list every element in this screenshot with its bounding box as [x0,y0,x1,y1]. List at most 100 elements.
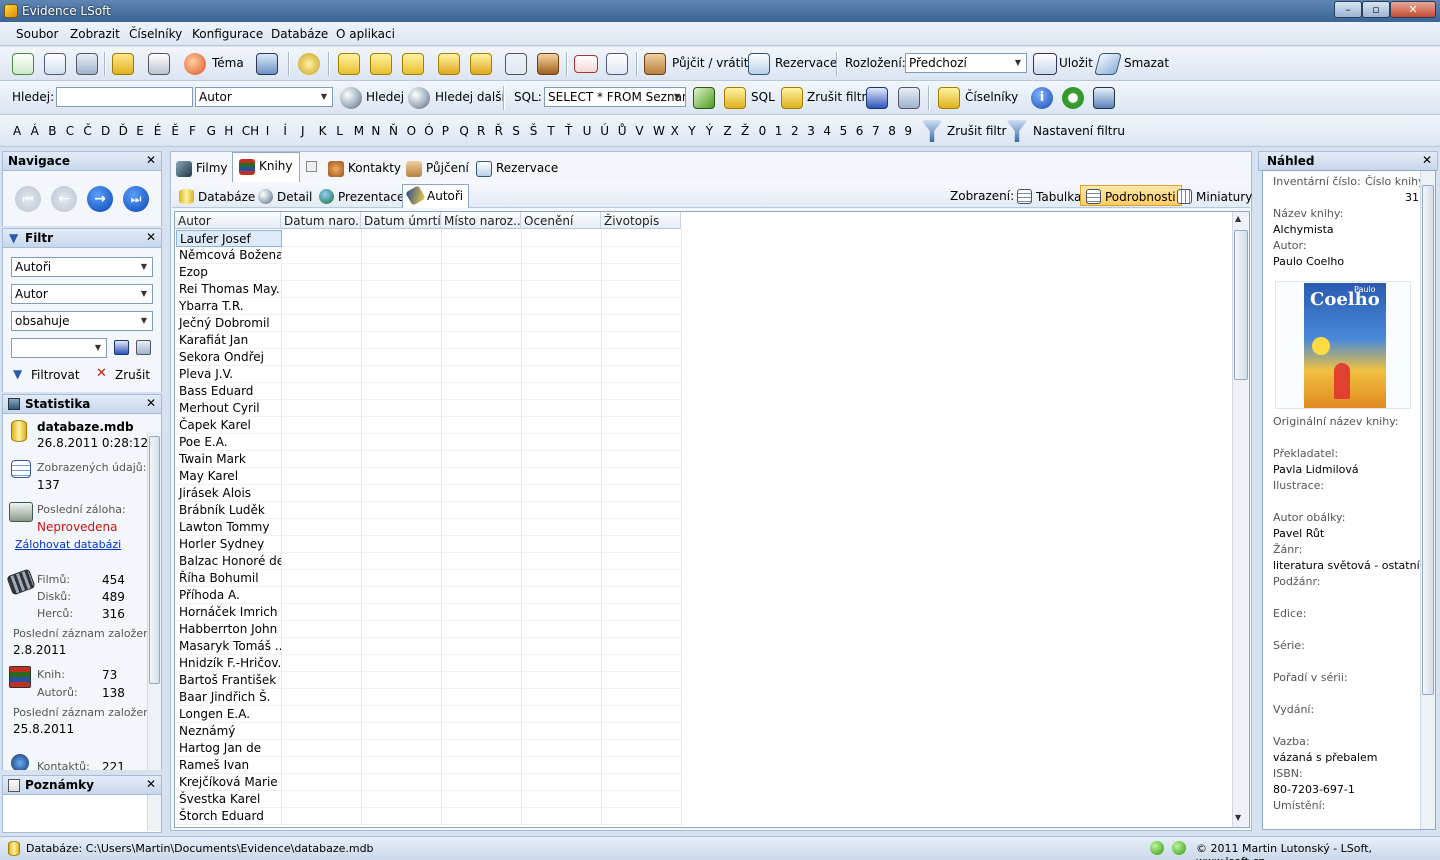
table-cell[interactable] [282,536,362,553]
alpha-filter-letter[interactable]: P [442,124,449,138]
table-cell[interactable] [442,791,522,808]
author-cell[interactable]: Rei Thomas May... [176,281,282,298]
author-cell[interactable]: May Karel [176,468,282,485]
layout-select[interactable]: Předchozí ▼ [905,53,1027,73]
sql-run-icon[interactable] [724,87,746,109]
author-cell[interactable]: Příhoda A. [176,587,282,604]
author-cell[interactable]: Ezop [176,264,282,281]
alpha-filter-letter[interactable]: L [336,124,343,138]
alpha-filter-letter[interactable]: K [319,124,327,138]
close-button[interactable]: ✕ [1390,1,1436,18]
author-cell[interactable]: Němcová Božena [176,247,282,264]
author-cell[interactable]: Ybarra T.R. [176,298,282,315]
search-next-label[interactable]: Hledej další [435,90,505,104]
author-cell[interactable]: Poe E.A. [176,434,282,451]
alpha-clear-filter-label[interactable]: Zrušit filtr [947,124,1006,138]
menu-o-aplikaci[interactable]: O aplikaci [336,27,395,41]
alpha-filter-letter[interactable]: U [583,124,592,138]
apply-filter-button[interactable]: Filtrovat [31,368,80,382]
alpha-filter-letter[interactable]: 5 [840,124,848,138]
info-icon[interactable]: i [1031,87,1053,109]
alpha-filter-letter[interactable]: F [189,124,196,138]
sql-edit-pencil-icon[interactable] [693,87,715,109]
table-cell[interactable] [442,332,522,349]
alpha-filter-letter[interactable]: 1 [775,124,783,138]
table-cell[interactable] [362,298,442,315]
table-cell[interactable] [602,264,682,281]
table-cell[interactable] [362,485,442,502]
table-cell[interactable] [362,400,442,417]
author-cell[interactable]: Twain Mark [176,451,282,468]
table-cell[interactable] [362,349,442,366]
table-cell[interactable] [362,315,442,332]
hammer-icon[interactable] [537,53,559,75]
author-cell[interactable]: Laufer Josef [176,230,282,247]
table-row[interactable]: Říha Bohumil [176,570,682,587]
save-layout-label[interactable]: Uložit [1059,56,1093,70]
alpha-filter-letter[interactable]: 4 [823,124,831,138]
new-record-icon[interactable] [12,53,34,75]
menu-zobrazit[interactable]: Zobrazit [70,27,120,41]
reservation-label[interactable]: Rezervace [775,56,837,70]
table-row[interactable]: Balzac Honoré de [176,553,682,570]
table-cell[interactable] [602,604,682,621]
table-cell[interactable] [522,689,602,706]
table-cell[interactable] [522,553,602,570]
table-cell[interactable] [282,434,362,451]
table-cell[interactable] [442,485,522,502]
table-cell[interactable] [602,366,682,383]
subtab-autori[interactable]: Autoři [402,184,470,208]
table-cell[interactable] [602,230,682,247]
table-cell[interactable] [522,706,602,723]
table-cell[interactable] [522,349,602,366]
table-cell[interactable] [362,672,442,689]
table-cell[interactable] [442,400,522,417]
table-cell[interactable] [522,451,602,468]
alpha-filter-letter[interactable]: H [224,124,233,138]
alpha-filter-letter[interactable]: A [13,124,21,138]
alpha-filter-letter[interactable]: S [512,124,520,138]
table-cell[interactable] [362,621,442,638]
email-icon[interactable] [574,55,598,73]
table-cell[interactable] [522,587,602,604]
table-cell[interactable] [522,621,602,638]
table-cell[interactable] [602,638,682,655]
table-cell[interactable] [362,332,442,349]
search-icon[interactable] [340,87,362,109]
table-row[interactable]: Brábník Luděk [176,502,682,519]
alpha-filter-letter[interactable]: B [48,124,56,138]
alpha-filter-letter[interactable]: 0 [759,124,767,138]
table-row[interactable]: Masaryk Tomáš ... [176,638,682,655]
export-db-icon[interactable] [470,53,492,75]
alpha-filter-letter[interactable]: V [635,124,643,138]
alpha-filter-letter[interactable]: 3 [807,124,815,138]
list-icon[interactable] [606,53,628,75]
table-cell[interactable] [442,247,522,264]
table-cell[interactable] [442,366,522,383]
table-cell[interactable] [602,519,682,536]
table-cell[interactable] [442,638,522,655]
table-cell[interactable] [442,723,522,740]
alpha-filter-letter[interactable]: Í [283,124,287,138]
table-cell[interactable] [362,383,442,400]
table-cell[interactable] [522,485,602,502]
table-cell[interactable] [522,417,602,434]
table-row[interactable]: Twain Mark [176,451,682,468]
table-cell[interactable] [442,740,522,757]
table-cell[interactable] [602,672,682,689]
table-cell[interactable] [282,553,362,570]
alpha-filter-letter[interactable]: Ě [171,124,179,138]
last-record-icon[interactable]: ⏭ [123,186,149,212]
menu-ciselniky[interactable]: Číselníky [129,27,182,41]
author-cell[interactable]: Bass Eduard [176,383,282,400]
alpha-filter-letter[interactable]: W [653,124,665,138]
table-cell[interactable] [522,383,602,400]
table-row[interactable]: Poe E.A. [176,434,682,451]
table-cell[interactable] [602,706,682,723]
author-cell[interactable]: Balzac Honoré de [176,553,282,570]
column-header-oceneni[interactable]: Ocenění [521,212,601,229]
menu-konfigurace[interactable]: Konfigurace [192,27,263,41]
table-row[interactable]: Čapek Karel [176,417,682,434]
table-cell[interactable] [362,434,442,451]
table-cell[interactable] [362,451,442,468]
